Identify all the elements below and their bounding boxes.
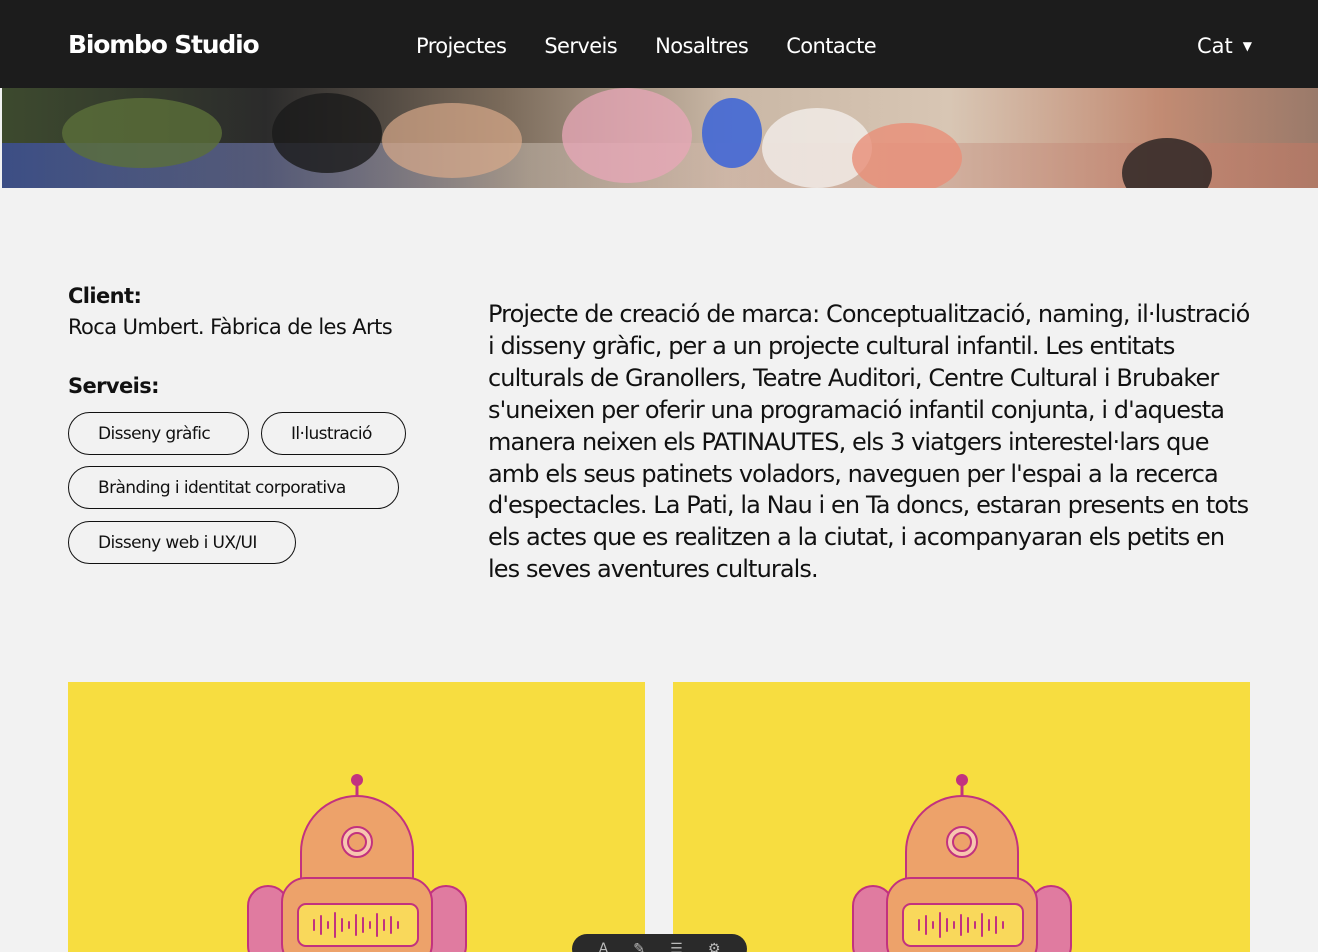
caret-down-icon: ▼ <box>1242 39 1252 53</box>
brand-logo[interactable]: Biombo Studio <box>68 30 260 59</box>
nav-link-projectes[interactable]: Projectes <box>416 34 507 58</box>
pen-icon[interactable]: ✎ <box>633 941 645 952</box>
nav-link-contacte[interactable]: Contacte <box>786 34 876 58</box>
nav-link-nosaltres[interactable]: Nosaltres <box>655 34 749 58</box>
service-tag-disseny-web[interactable]: Disseny web i UX/UI <box>68 521 296 564</box>
service-tag-illustracio[interactable]: Il·lustració <box>261 412 406 455</box>
services-label: Serveis: <box>68 374 160 398</box>
menu-icon[interactable]: ☰ <box>670 941 683 952</box>
service-tag-disseny-grafic[interactable]: Disseny gràfic <box>68 412 249 455</box>
service-tag-branding[interactable]: Brànding i identitat corporativa <box>68 466 399 509</box>
hero-photo <box>2 88 1318 188</box>
text-icon[interactable]: A <box>599 941 609 952</box>
client-value: Roca Umbert. Fàbrica de les Arts <box>68 315 393 339</box>
gear-icon[interactable]: ⚙ <box>708 941 721 952</box>
top-navbar: Biombo Studio Projectes Serveis Nosaltre… <box>0 0 1318 88</box>
nav-link-serveis[interactable]: Serveis <box>544 34 617 58</box>
main-nav: Projectes Serveis Nosaltres Contacte <box>416 34 877 58</box>
language-label: Cat <box>1197 34 1233 58</box>
project-image-card-2[interactable] <box>673 682 1250 952</box>
floating-toolbar: A ✎ ☰ ⚙ <box>572 934 747 952</box>
robot-illustration <box>247 774 467 952</box>
client-label: Client: <box>68 284 142 308</box>
robot-illustration <box>852 774 1072 952</box>
project-description: Projecte de creació de marca: Conceptual… <box>488 300 1250 584</box>
language-selector[interactable]: Cat ▼ <box>1197 34 1252 58</box>
project-image-card-1[interactable] <box>68 682 645 952</box>
